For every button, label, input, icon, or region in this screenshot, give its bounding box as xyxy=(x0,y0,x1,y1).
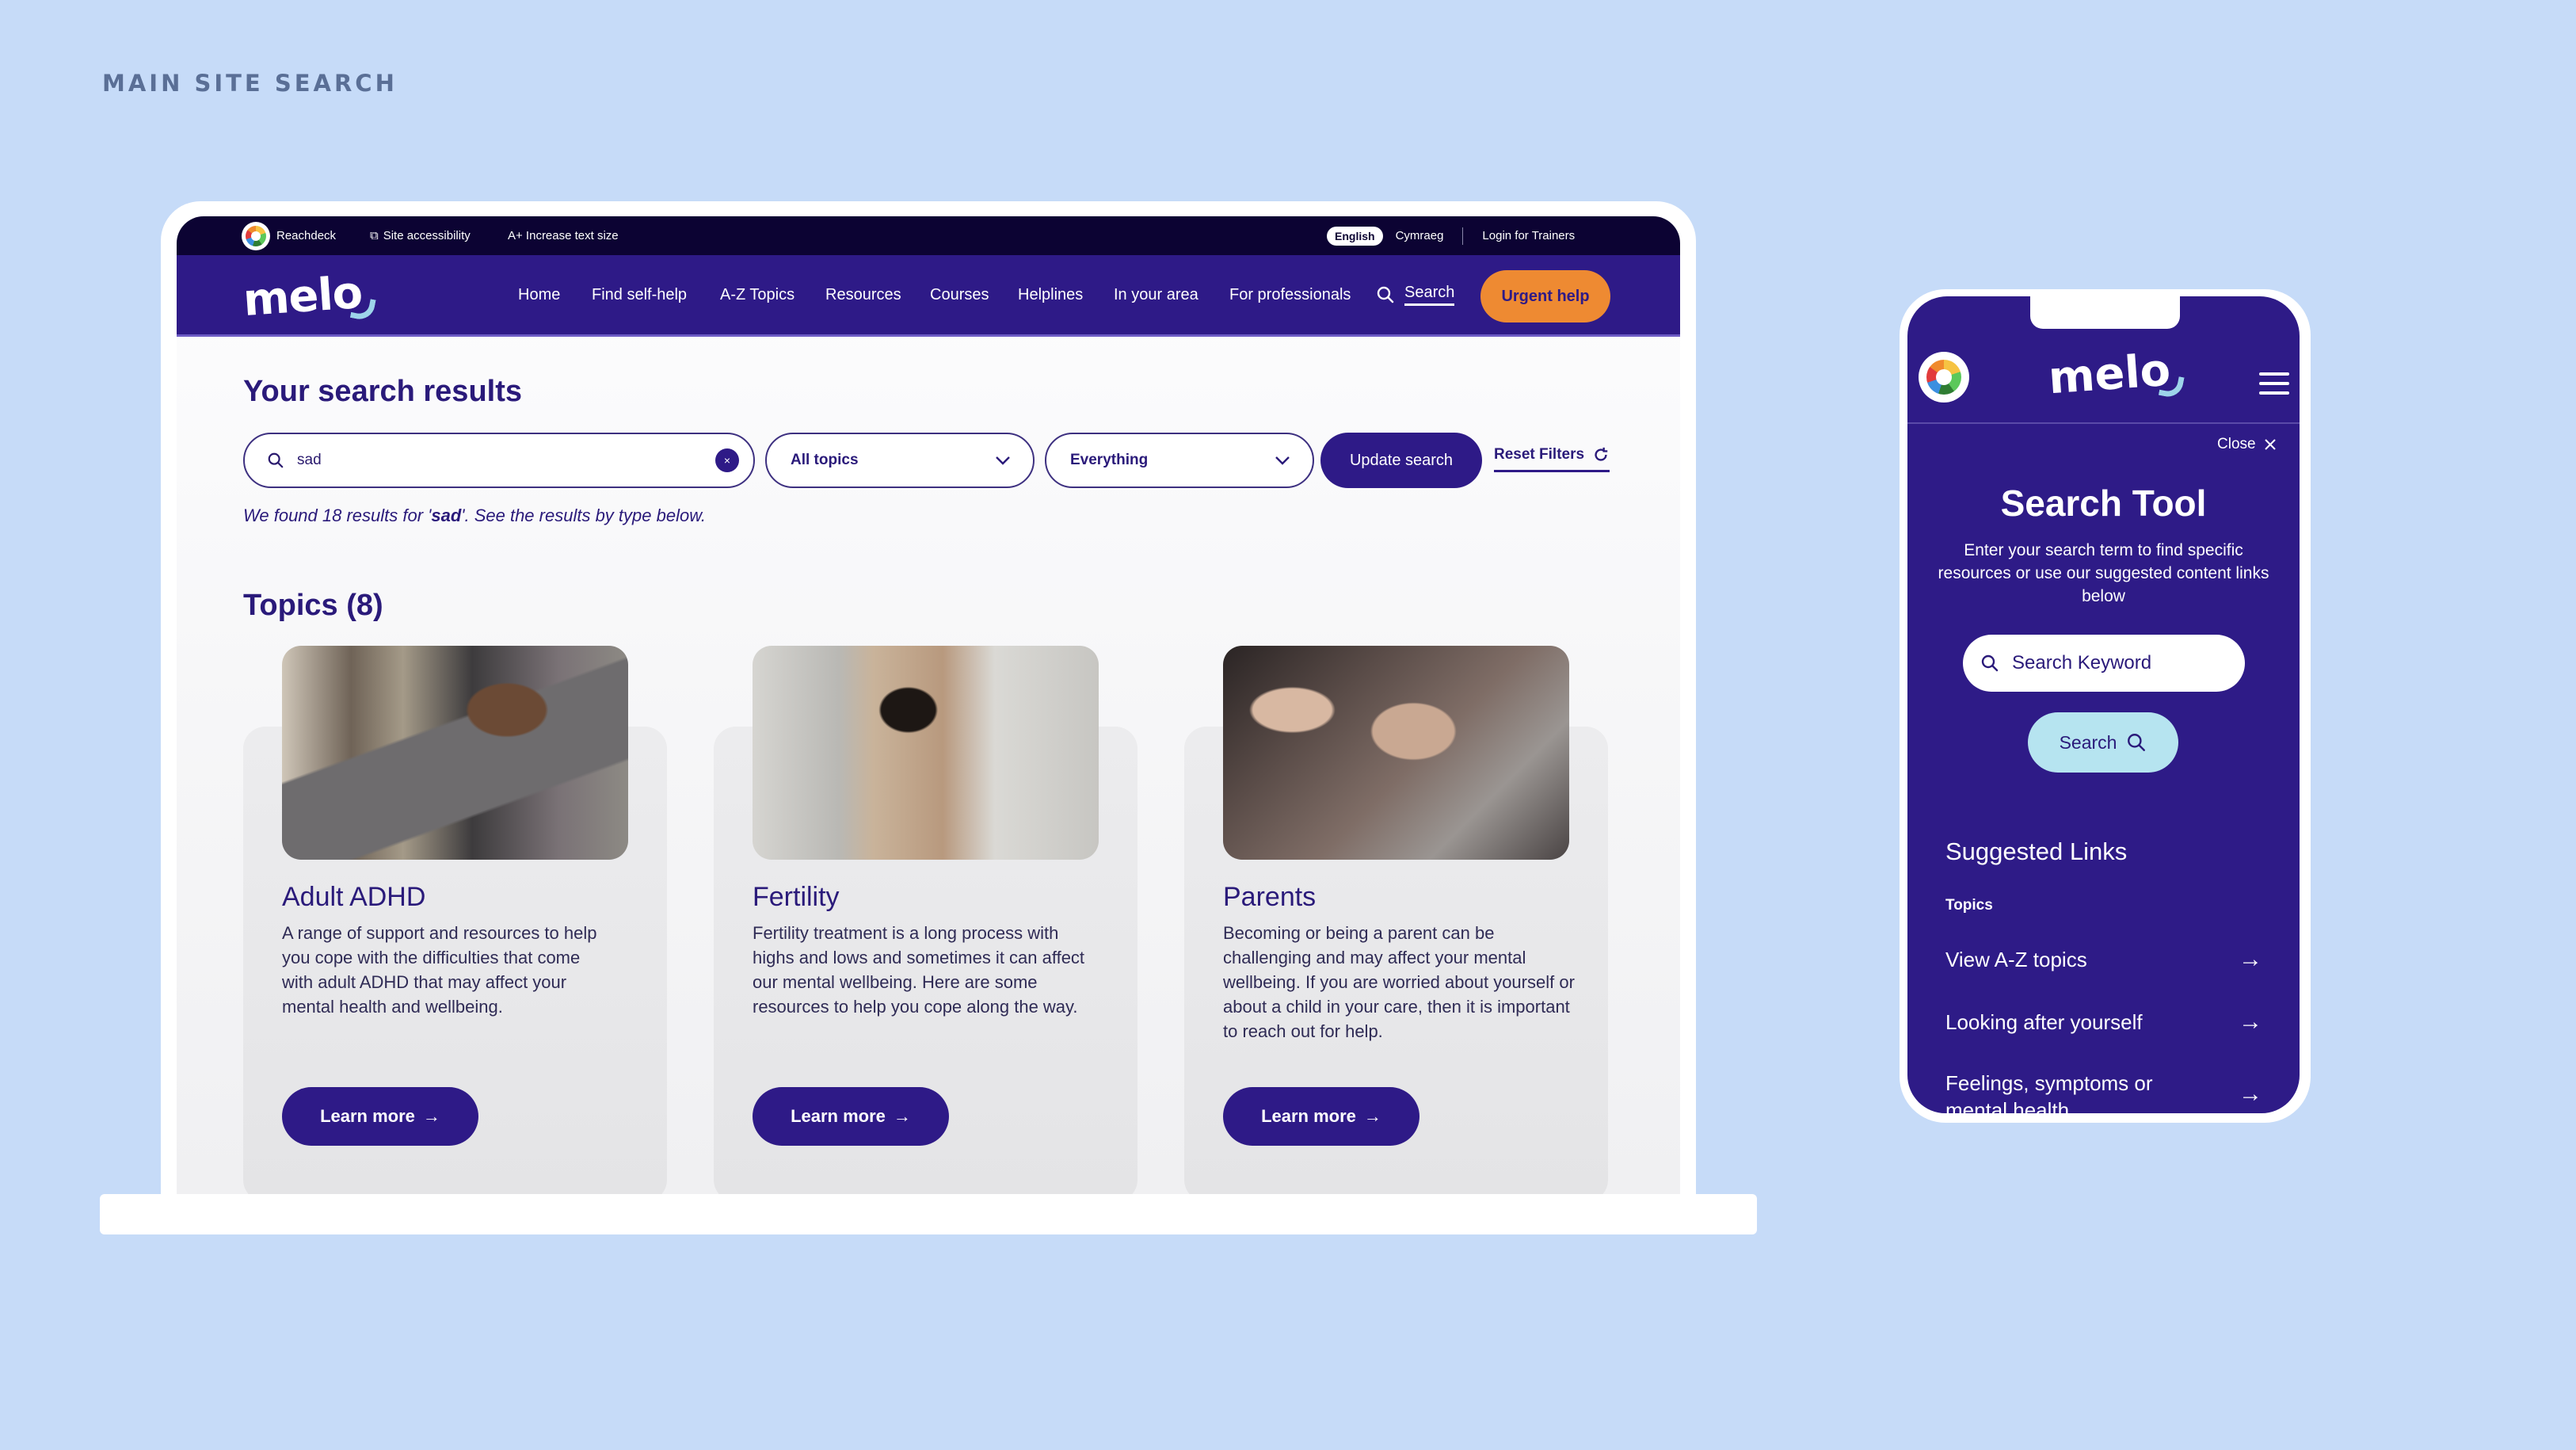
slide-title: MAIN SITE SEARCH xyxy=(102,70,398,97)
type-filter-select[interactable]: Everything xyxy=(1045,433,1314,488)
arrow-right-icon: → xyxy=(2239,946,2262,972)
mobile-search-button[interactable]: Search xyxy=(2028,712,2178,773)
suggested-link[interactable]: Feelings, symptoms or mental health → xyxy=(1945,1070,2262,1113)
type-filter-value: Everything xyxy=(1070,452,1149,468)
learn-more-button[interactable]: Learn more → xyxy=(1223,1087,1419,1146)
mobile-search-label: Search xyxy=(2059,731,2117,753)
topics-label: Topics xyxy=(1945,897,1993,914)
topic-image-parents xyxy=(1223,646,1569,860)
learn-more-label: Learn more xyxy=(1261,1106,1356,1126)
urgent-help-button[interactable]: Urgent help xyxy=(1480,270,1610,322)
accessibility-icon: ⧉ xyxy=(370,229,379,242)
nav-for-professionals[interactable]: For professionals xyxy=(1229,255,1351,334)
arrow-right-icon: → xyxy=(893,1106,911,1126)
clear-search-icon[interactable]: × xyxy=(715,448,739,472)
increase-text-size-link[interactable]: A+ Increase text size xyxy=(508,216,619,255)
lang-cymraeg[interactable]: Cymraeg xyxy=(1396,229,1444,242)
nav-resources[interactable]: Resources xyxy=(825,255,901,334)
search-icon xyxy=(2128,734,2146,751)
page-title: Your search results xyxy=(243,375,523,408)
nav-search-label: Search xyxy=(1404,284,1455,306)
refresh-icon xyxy=(1595,447,1608,461)
topic-card-title: Adult ADHD xyxy=(282,882,426,912)
search-keyword-input[interactable] xyxy=(2012,652,2218,674)
search-input[interactable] xyxy=(297,452,703,469)
site-accessibility-link[interactable]: ⧉ Site accessibility xyxy=(370,216,471,255)
suggested-link-label: View A-Z topics xyxy=(1945,947,2087,971)
topic-image-fertility xyxy=(753,646,1099,860)
suggested-link[interactable]: Looking after yourself → xyxy=(1945,1009,2262,1036)
phone-notch xyxy=(2030,296,2180,329)
arrow-right-icon: → xyxy=(2239,1081,2262,1107)
topics-heading: Topics (8) xyxy=(243,589,383,622)
reset-filters-label: Reset Filters xyxy=(1494,445,1585,463)
melo-logo[interactable]: melo xyxy=(242,267,376,326)
reachdeck-logo-icon[interactable] xyxy=(1919,352,1969,403)
nav-in-your-area[interactable]: In your area xyxy=(1114,255,1198,334)
logo-swoosh-icon xyxy=(2158,373,2185,399)
nav-courses[interactable]: Courses xyxy=(930,255,989,334)
search-tool-subtitle: Enter your search term to find specific … xyxy=(1938,541,2269,605)
mobile-search-field[interactable] xyxy=(1963,635,2245,692)
nav-home[interactable]: Home xyxy=(518,255,560,334)
desktop-screen: Reachdeck ⧉ Site accessibility A+ Increa… xyxy=(177,216,1680,1194)
utility-bar: Reachdeck ⧉ Site accessibility A+ Increa… xyxy=(177,216,1680,255)
login-trainers-link[interactable]: Login for Trainers xyxy=(1482,229,1575,242)
hamburger-menu-icon[interactable] xyxy=(2259,372,2289,395)
learn-more-label: Learn more xyxy=(320,1106,415,1126)
topic-filter-select[interactable]: All topics xyxy=(765,433,1035,488)
close-label: Close xyxy=(2217,436,2256,452)
reachdeck-logo-icon xyxy=(242,221,270,250)
language-switcher: English Cymraeg Login for Trainers xyxy=(1327,216,1575,255)
search-field[interactable]: × xyxy=(243,433,755,488)
search-icon xyxy=(1377,286,1394,303)
close-icon xyxy=(2264,439,2276,450)
melo-logo[interactable]: melo xyxy=(2047,345,2185,404)
topic-card-description: Becoming or being a parent can be challe… xyxy=(1223,923,1575,1041)
topic-card-title: Fertility xyxy=(753,882,840,912)
divider xyxy=(1462,227,1464,245)
topic-card-description: A range of support and resources to help… xyxy=(282,923,597,1017)
main-nav: melo Home Find self-help A-Z Topics Reso… xyxy=(177,255,1680,337)
topic-card-description: Fertility treatment is a long process wi… xyxy=(753,923,1085,1017)
suggested-links-heading: Suggested Links xyxy=(1945,838,2128,865)
close-button[interactable]: Close xyxy=(2217,436,2277,453)
logo-swoosh-icon xyxy=(349,296,376,322)
learn-more-label: Learn more xyxy=(791,1106,886,1126)
topic-image-adult-adhd xyxy=(282,646,628,860)
nav-search[interactable]: Search xyxy=(1376,255,1455,334)
update-search-button[interactable]: Update search xyxy=(1320,433,1482,488)
result-summary: We found 18 results for 'sad'. See the r… xyxy=(243,506,706,525)
site-accessibility-label: Site accessibility xyxy=(383,229,471,242)
chevron-down-icon xyxy=(996,456,1010,465)
arrow-right-icon: → xyxy=(422,1106,440,1126)
search-icon xyxy=(1981,654,1999,672)
topic-filter-value: All topics xyxy=(791,452,859,468)
suggested-link-label: Looking after yourself xyxy=(1945,1009,2143,1034)
search-term: sad xyxy=(431,506,462,525)
nav-helplines[interactable]: Helplines xyxy=(1018,255,1083,334)
arrow-right-icon: → xyxy=(1363,1106,1381,1126)
header-divider xyxy=(1907,422,2300,424)
nav-find-self-help[interactable]: Find self-help xyxy=(592,255,687,334)
search-icon xyxy=(268,452,284,468)
learn-more-button[interactable]: Learn more → xyxy=(753,1087,949,1146)
reachdeck-label: Reachdeck xyxy=(276,229,337,242)
learn-more-button[interactable]: Learn more → xyxy=(282,1087,478,1146)
suggested-link-label: Feelings, symptoms or mental health xyxy=(1945,1071,2153,1113)
reachdeck-link[interactable]: Reachdeck xyxy=(242,216,336,255)
mobile-screen: melo Close Search Tool Enter your search… xyxy=(1907,296,2300,1113)
chevron-down-icon xyxy=(1275,456,1290,465)
search-tool-title: Search Tool xyxy=(2000,483,2207,524)
topic-card-title: Parents xyxy=(1223,882,1317,912)
arrow-right-icon: → xyxy=(2239,1009,2262,1035)
suggested-link[interactable]: View A-Z topics → xyxy=(1945,946,2262,973)
reset-filters-link[interactable]: Reset Filters xyxy=(1494,441,1610,472)
nav-a-z-topics[interactable]: A-Z Topics xyxy=(720,255,795,334)
laptop-base xyxy=(100,1194,1757,1234)
lang-english[interactable]: English xyxy=(1327,226,1383,246)
